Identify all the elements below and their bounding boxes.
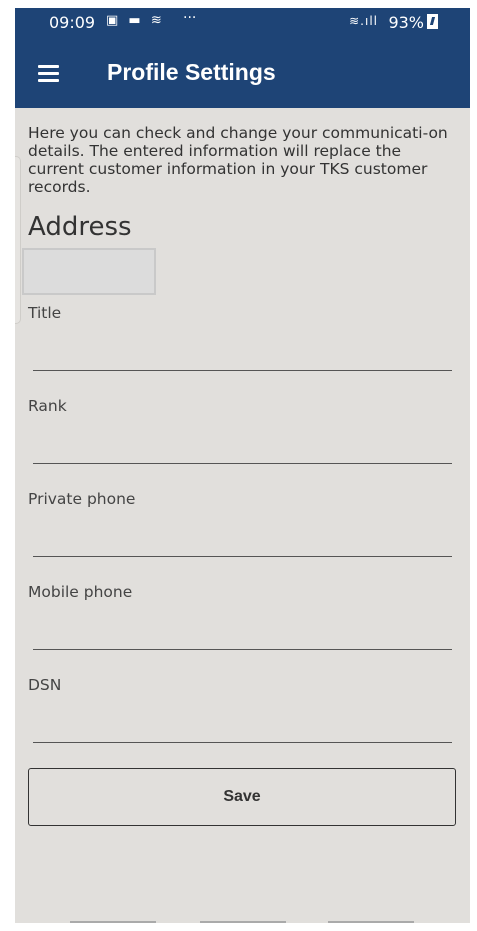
title-input[interactable]: [33, 328, 452, 371]
signal-icon: ≋.ıll: [349, 14, 378, 28]
nav-recents-button[interactable]: [70, 921, 156, 923]
status-time: 09:09: [49, 13, 96, 32]
mobile-phone-label: Mobile phone: [28, 583, 133, 601]
dsn-label: DSN: [28, 676, 62, 694]
nav-bar: [15, 921, 470, 923]
app-screen: 09:09 ▣ ▬ ≋ ··· ≋.ıll 93% Profile Settin…: [15, 8, 470, 923]
nav-home-button[interactable]: [200, 921, 286, 923]
private-phone-input[interactable]: [33, 514, 452, 557]
hamburger-menu-icon[interactable]: [33, 60, 67, 90]
dsn-input[interactable]: [33, 700, 452, 743]
drawer-edge-handle[interactable]: [15, 156, 21, 324]
app-bar: Profile Settings: [15, 38, 470, 108]
status-bar: 09:09 ▣ ▬ ≋ ··· ≋.ıll 93%: [15, 8, 470, 38]
rank-label: Rank: [28, 397, 67, 415]
title-label: Title: [28, 304, 62, 322]
private-phone-label: Private phone: [28, 490, 136, 508]
address-selector[interactable]: [22, 248, 156, 295]
save-button[interactable]: Save: [28, 768, 456, 826]
rank-input[interactable]: [33, 421, 452, 464]
battery-percent: 93%: [388, 13, 424, 32]
more-notifications-icon: ···: [183, 10, 197, 26]
address-heading: Address: [28, 212, 132, 242]
intro-text: Here you can check and change your commu…: [28, 124, 448, 196]
page-title: Profile Settings: [107, 59, 276, 85]
nav-back-button[interactable]: [328, 921, 414, 923]
battery-charging-icon: [427, 14, 438, 29]
notification-icons: ▣ ▬ ≋: [106, 13, 165, 28]
battery-status: 93%: [388, 13, 438, 32]
mobile-phone-input[interactable]: [33, 607, 452, 650]
